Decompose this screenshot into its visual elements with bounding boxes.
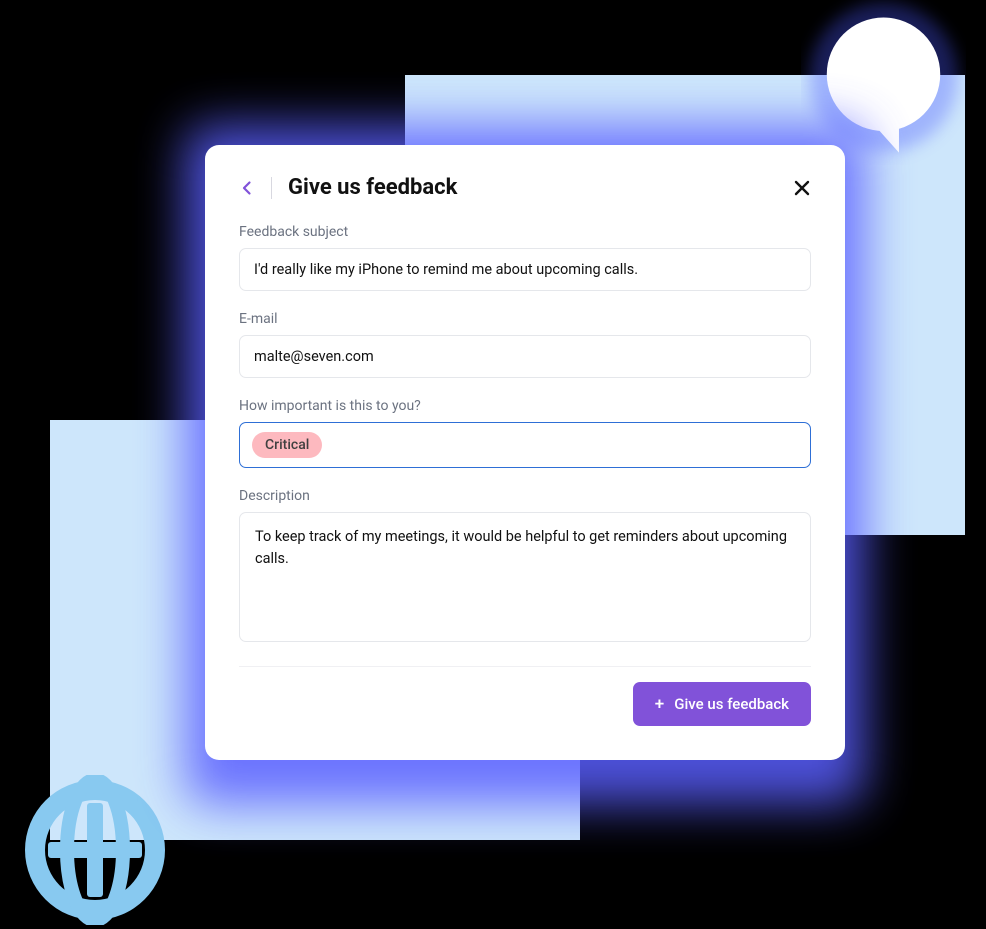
globe-icon — [20, 775, 170, 925]
plus-icon: + — [655, 696, 664, 713]
description-label: Description — [239, 488, 811, 504]
submit-button-label: Give us feedback — [674, 695, 789, 713]
subject-input[interactable] — [239, 248, 811, 291]
header-divider — [271, 177, 272, 199]
close-icon[interactable] — [793, 179, 811, 197]
modal-title: Give us feedback — [288, 175, 777, 200]
email-input[interactable] — [239, 335, 811, 378]
email-field-group: E-mail — [239, 311, 811, 378]
subject-label: Feedback subject — [239, 224, 811, 240]
submit-row: + Give us feedback — [239, 666, 811, 726]
feedback-modal: Give us feedback Feedback subject E-mail… — [205, 145, 845, 760]
importance-chip: Critical — [252, 432, 322, 458]
subject-field-group: Feedback subject — [239, 224, 811, 291]
modal-header: Give us feedback — [239, 175, 811, 200]
importance-field-group: How important is this to you? Critical — [239, 398, 811, 468]
description-textarea[interactable] — [239, 512, 811, 642]
importance-select[interactable]: Critical — [239, 422, 811, 468]
importance-label: How important is this to you? — [239, 398, 811, 414]
email-label: E-mail — [239, 311, 811, 327]
description-field-group: Description — [239, 488, 811, 646]
submit-feedback-button[interactable]: + Give us feedback — [633, 682, 811, 726]
back-chevron-icon[interactable] — [239, 180, 255, 196]
